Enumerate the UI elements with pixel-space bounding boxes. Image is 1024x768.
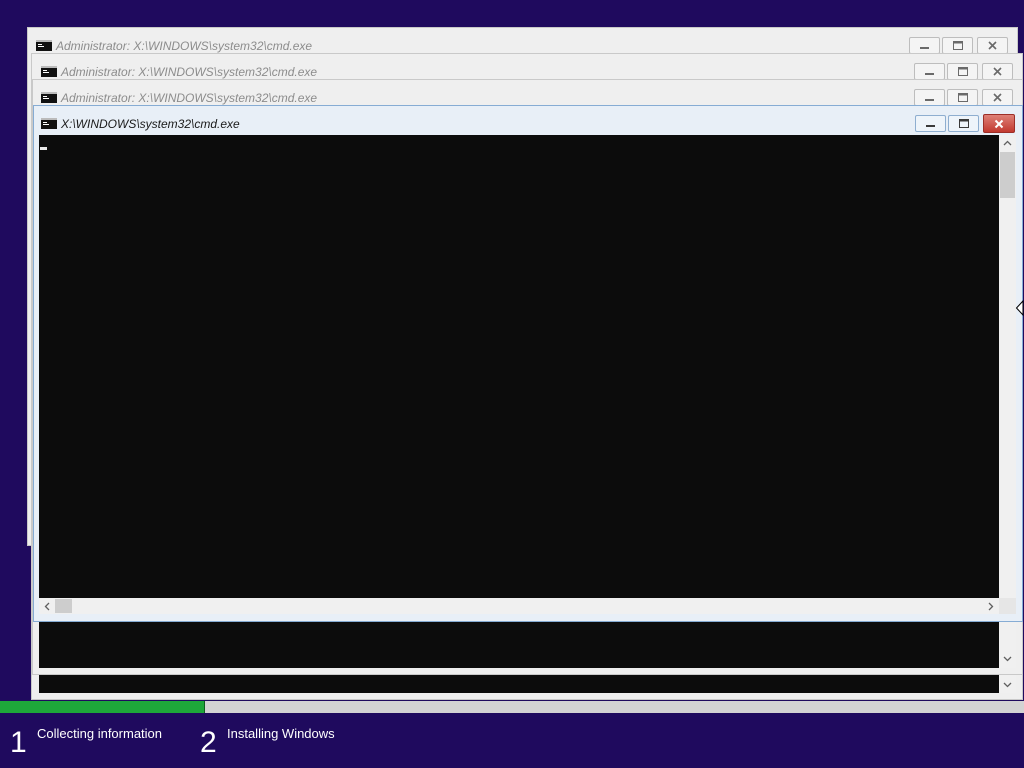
text-cursor — [40, 147, 47, 150]
scroll-up-button[interactable] — [999, 137, 1016, 149]
step-2-number: 2 — [200, 726, 217, 759]
window-titlebar[interactable]: Administrator: X:\WINDOWS\system32\cmd.e… — [28, 28, 1017, 56]
close-icon — [994, 119, 1004, 128]
resize-cursor-icon — [1015, 299, 1024, 317]
close-button[interactable] — [983, 114, 1015, 133]
chevron-up-icon — [1003, 140, 1012, 146]
window-titlebar[interactable]: Administrator: X:\WINDOWS\system32\cmd.e… — [33, 80, 1022, 108]
step-2-label: Installing Windows — [227, 726, 335, 741]
chevron-left-icon — [44, 602, 50, 610]
scroll-right-button[interactable] — [985, 598, 997, 614]
scrollbar-corner — [999, 598, 1016, 614]
minimize-button[interactable] — [914, 89, 945, 106]
maximize-button[interactable] — [947, 89, 978, 106]
scroll-left-button[interactable] — [41, 598, 53, 614]
maximize-icon — [957, 93, 968, 102]
window-title: X:\WINDOWS\system32\cmd.exe — [61, 117, 240, 131]
close-button[interactable] — [982, 89, 1013, 106]
horizontal-scroll-thumb[interactable] — [55, 599, 72, 613]
window-titlebar[interactable]: X:\WINDOWS\system32\cmd.exe — [34, 106, 1022, 134]
maximize-button[interactable] — [947, 63, 978, 80]
close-icon — [993, 67, 1002, 76]
maximize-button[interactable] — [942, 37, 973, 54]
maximize-icon — [957, 67, 968, 76]
scroll-down-button[interactable] — [999, 679, 1016, 691]
chevron-down-icon — [1003, 682, 1012, 688]
cmd-window-active[interactable]: X:\WINDOWS\system32\cmd.exe — [33, 105, 1023, 622]
minimize-icon — [925, 99, 934, 101]
horizontal-scrollbar[interactable] — [39, 598, 999, 614]
window-titlebar[interactable]: Administrator: X:\WINDOWS\system32\cmd.e… — [32, 54, 1022, 82]
minimize-icon — [920, 47, 929, 49]
minimize-icon — [926, 125, 935, 127]
vertical-scrollbar[interactable] — [999, 135, 1016, 598]
close-icon — [993, 93, 1002, 102]
close-button[interactable] — [982, 63, 1013, 80]
minimize-button[interactable] — [909, 37, 940, 54]
minimize-icon — [925, 73, 934, 75]
console-area[interactable] — [39, 135, 999, 598]
scroll-down-button[interactable] — [999, 653, 1016, 665]
step-1-label: Collecting information — [37, 726, 163, 741]
chevron-right-icon — [988, 602, 994, 610]
cmd-icon — [41, 92, 57, 103]
minimize-button[interactable] — [914, 63, 945, 80]
maximize-button[interactable] — [948, 115, 979, 132]
cmd-icon — [41, 66, 57, 77]
step-1-number: 1 — [10, 726, 27, 759]
chevron-down-icon — [1003, 656, 1012, 662]
close-button[interactable] — [977, 37, 1008, 54]
vertical-scroll-thumb[interactable] — [1000, 152, 1015, 198]
cmd-icon — [41, 118, 57, 129]
setup-progress-fill — [0, 701, 205, 713]
maximize-icon — [958, 119, 969, 128]
minimize-button[interactable] — [915, 115, 946, 132]
close-icon — [988, 41, 997, 50]
maximize-icon — [952, 41, 963, 50]
setup-progress-bar — [0, 701, 1024, 713]
cmd-icon — [36, 40, 52, 51]
